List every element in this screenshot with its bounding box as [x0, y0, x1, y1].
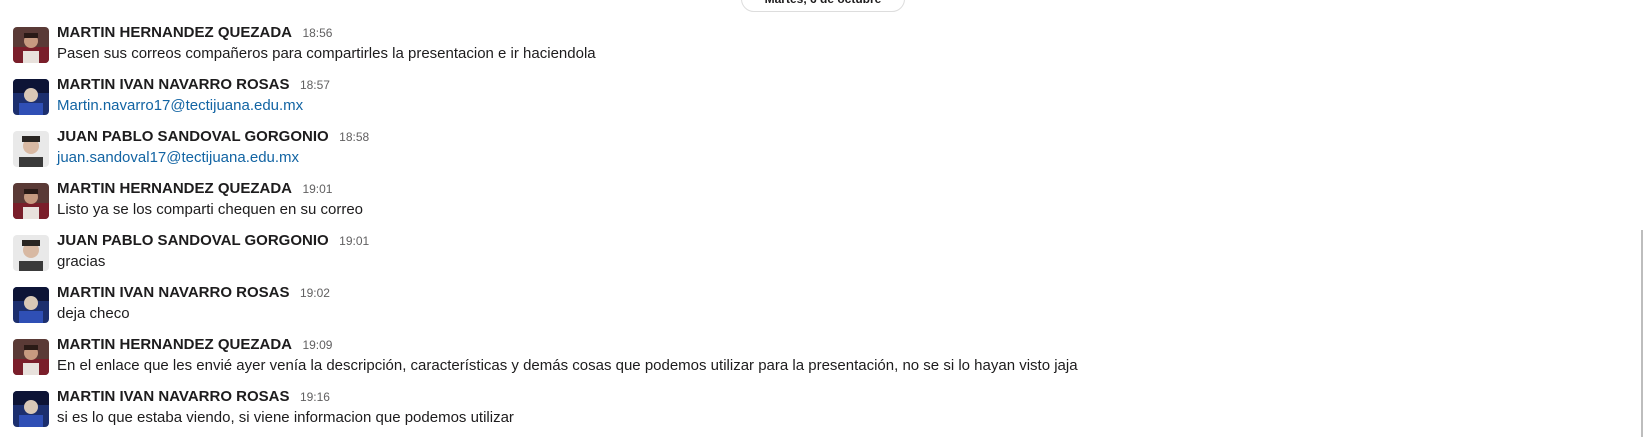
message-list: MARTIN HERNANDEZ QUEZADA 18:56 Pasen sus… — [0, 23, 1620, 437]
message-body: MARTIN IVAN NAVARRO ROSAS 18:57 Martin.n… — [57, 75, 1620, 117]
message-timestamp[interactable]: 18:56 — [302, 26, 332, 40]
message-item[interactable]: JUAN PABLO SANDOVAL GORGONIO 18:58 juan.… — [0, 127, 1620, 179]
message-item[interactable]: MARTIN HERNANDEZ QUEZADA 18:56 Pasen sus… — [0, 23, 1620, 75]
avatar-photo-icon — [13, 339, 49, 375]
message-text: si es lo que estaba viendo, si viene inf… — [57, 409, 514, 426]
avatar-photo-icon — [13, 131, 49, 167]
message-header: MARTIN HERNANDEZ QUEZADA 19:09 — [57, 335, 1620, 355]
message-body: MARTIN HERNANDEZ QUEZADA 19:09 En el enl… — [57, 335, 1620, 377]
message-text: Listo ya se los comparti chequen en su c… — [57, 201, 363, 218]
message-text: En el enlace que les envié ayer venía la… — [57, 357, 1078, 374]
avatar-martin-navarro[interactable] — [13, 79, 49, 115]
message-text: Pasen sus correos compañeros para compar… — [57, 45, 596, 62]
sender-name[interactable]: MARTIN HERNANDEZ QUEZADA — [57, 336, 292, 353]
channel-message-pane: Martes, 6 de octubre MARTIN HERNANDEZ QU… — [0, 0, 1643, 437]
email-link[interactable]: Martin.navarro17@tectijuana.edu.mx — [57, 97, 303, 114]
message-body: MARTIN HERNANDEZ QUEZADA 18:56 Pasen sus… — [57, 23, 1620, 65]
message-text: Martin.navarro17@tectijuana.edu.mx — [57, 95, 1620, 117]
avatar-juan-sandoval[interactable] — [13, 131, 49, 167]
avatar-photo-icon — [13, 287, 49, 323]
sender-name[interactable]: JUAN PABLO SANDOVAL GORGONIO — [57, 128, 329, 145]
message-header: MARTIN IVAN NAVARRO ROSAS 19:16 — [57, 387, 1620, 407]
avatar-photo-icon — [13, 27, 49, 63]
avatar-juan-sandoval[interactable] — [13, 235, 49, 271]
avatar-photo-icon — [13, 235, 49, 271]
message-header: MARTIN IVAN NAVARRO ROSAS 19:02 — [57, 283, 1620, 303]
message-body: JUAN PABLO SANDOVAL GORGONIO 18:58 juan.… — [57, 127, 1620, 169]
sender-name[interactable]: MARTIN IVAN NAVARRO ROSAS — [57, 284, 290, 301]
avatar-photo-icon — [13, 391, 49, 427]
avatar-martin-hernandez[interactable] — [13, 339, 49, 375]
message-item[interactable]: MARTIN HERNANDEZ QUEZADA 19:01 Listo ya … — [0, 179, 1620, 231]
message-header: MARTIN HERNANDEZ QUEZADA 18:56 — [57, 23, 1620, 43]
message-timestamp[interactable]: 18:58 — [339, 130, 369, 144]
message-body: MARTIN IVAN NAVARRO ROSAS 19:16 si es lo… — [57, 387, 1620, 429]
message-header: MARTIN IVAN NAVARRO ROSAS 18:57 — [57, 75, 1620, 95]
message-text: deja checo — [57, 305, 130, 322]
message-timestamp[interactable]: 19:01 — [339, 234, 369, 248]
avatar-martin-hernandez[interactable] — [13, 27, 49, 63]
sender-name[interactable]: MARTIN HERNANDEZ QUEZADA — [57, 180, 292, 197]
message-item[interactable]: MARTIN IVAN NAVARRO ROSAS 19:16 si es lo… — [0, 387, 1620, 437]
message-header: MARTIN HERNANDEZ QUEZADA 19:01 — [57, 179, 1620, 199]
message-timestamp[interactable]: 19:02 — [300, 286, 330, 300]
avatar-photo-icon — [13, 183, 49, 219]
message-item[interactable]: MARTIN HERNANDEZ QUEZADA 19:09 En el enl… — [0, 335, 1620, 387]
sender-name[interactable]: MARTIN IVAN NAVARRO ROSAS — [57, 388, 290, 405]
sender-name[interactable]: MARTIN IVAN NAVARRO ROSAS — [57, 76, 290, 93]
message-item[interactable]: MARTIN IVAN NAVARRO ROSAS 18:57 Martin.n… — [0, 75, 1620, 127]
message-timestamp[interactable]: 18:57 — [300, 78, 330, 92]
message-header: JUAN PABLO SANDOVAL GORGONIO 18:58 — [57, 127, 1620, 147]
message-timestamp[interactable]: 19:16 — [300, 390, 330, 404]
avatar-martin-hernandez[interactable] — [13, 183, 49, 219]
message-body: MARTIN IVAN NAVARRO ROSAS 19:02 deja che… — [57, 283, 1620, 325]
message-body: MARTIN HERNANDEZ QUEZADA 19:01 Listo ya … — [57, 179, 1620, 221]
message-header: JUAN PABLO SANDOVAL GORGONIO 19:01 — [57, 231, 1620, 251]
message-item[interactable]: MARTIN IVAN NAVARRO ROSAS 19:02 deja che… — [0, 283, 1620, 335]
message-body: JUAN PABLO SANDOVAL GORGONIO 19:01 graci… — [57, 231, 1620, 273]
sender-name[interactable]: JUAN PABLO SANDOVAL GORGONIO — [57, 232, 329, 249]
message-text: juan.sandoval17@tectijuana.edu.mx — [57, 147, 1620, 169]
message-item[interactable]: JUAN PABLO SANDOVAL GORGONIO 19:01 graci… — [0, 231, 1620, 283]
sender-name[interactable]: MARTIN HERNANDEZ QUEZADA — [57, 24, 292, 41]
message-text: gracias — [57, 253, 106, 270]
avatar-martin-navarro[interactable] — [13, 391, 49, 427]
date-divider-pill[interactable]: Martes, 6 de octubre — [741, 0, 905, 12]
message-timestamp[interactable]: 19:01 — [302, 182, 332, 196]
message-timestamp[interactable]: 19:09 — [302, 338, 332, 352]
avatar-martin-navarro[interactable] — [13, 287, 49, 323]
avatar-photo-icon — [13, 79, 49, 115]
email-link[interactable]: juan.sandoval17@tectijuana.edu.mx — [57, 149, 299, 166]
